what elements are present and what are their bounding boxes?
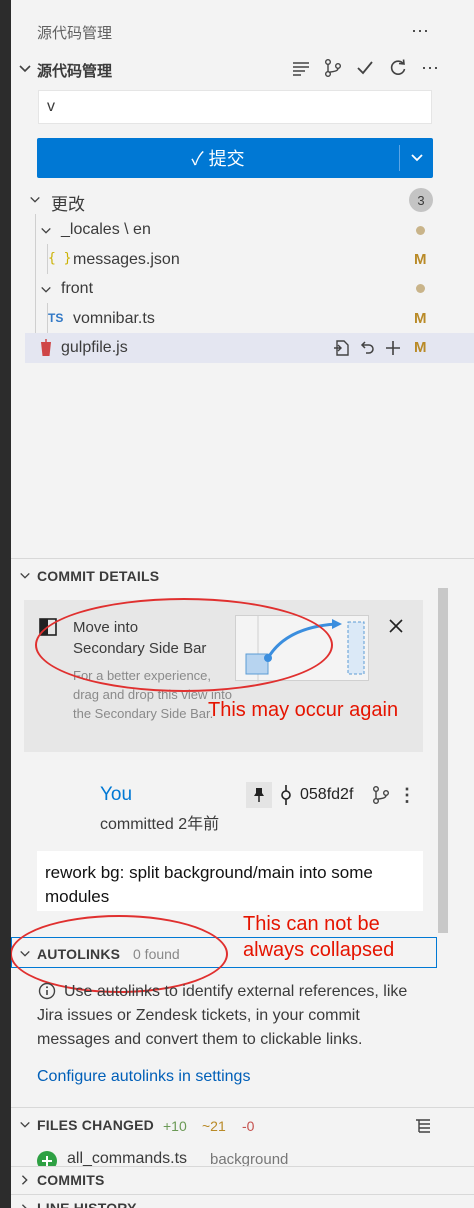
commit-details-title[interactable]: COMMIT DETAILS bbox=[37, 568, 159, 584]
open-file-icon[interactable] bbox=[331, 337, 353, 359]
scm-section-title: 源代码管理 bbox=[37, 63, 113, 80]
tree-file-vomnibar-ts[interactable]: vomnibar.ts bbox=[73, 310, 155, 328]
tree-folder-locales[interactable]: _locales \ en bbox=[61, 221, 151, 239]
tree-file-gulpfile-js[interactable]: gulpfile.js bbox=[61, 339, 128, 357]
folder-chevron-icon[interactable] bbox=[39, 222, 53, 240]
autolinks-info-text: Use autolinks to identify external refer… bbox=[37, 983, 408, 1048]
status-modified: M bbox=[414, 251, 427, 268]
section-divider bbox=[11, 558, 474, 559]
commit-button-group: ✓ 提交 bbox=[37, 138, 433, 178]
line-history-chevron-right-icon[interactable] bbox=[17, 1199, 33, 1208]
commit-author[interactable]: You bbox=[100, 784, 132, 806]
files-additions: +10 bbox=[163, 1118, 187, 1134]
commit-details-chevron-icon[interactable] bbox=[17, 566, 33, 586]
view-as-tree-icon[interactable] bbox=[411, 1114, 435, 1138]
commit-date: committed 2年前 bbox=[100, 816, 220, 833]
status-modified: M bbox=[414, 339, 427, 356]
commit-sha[interactable]: 058fd2f bbox=[300, 786, 353, 804]
folder-chevron-icon[interactable] bbox=[39, 281, 53, 299]
tree-file-messages-json[interactable]: messages.json bbox=[73, 251, 180, 269]
configure-autolinks-link[interactable]: Configure autolinks in settings bbox=[37, 1068, 250, 1086]
annotation-ellipse-hint bbox=[35, 598, 333, 692]
close-hint-icon[interactable] bbox=[384, 614, 408, 638]
view-title: 源代码管理 bbox=[37, 25, 113, 42]
stage-changes-icon[interactable] bbox=[382, 337, 404, 359]
scm-panel: 源代码管理 ⋯ 源代码管理 ⋯ v ✓ 提交 更改 3 _locales \ e… bbox=[11, 0, 474, 1208]
view-as-list-icon[interactable] bbox=[289, 56, 313, 80]
more-actions-icon[interactable]: ⋯ bbox=[407, 20, 433, 42]
scrollbar-thumb[interactable] bbox=[438, 588, 448, 933]
pin-icon[interactable] bbox=[246, 782, 272, 808]
files-changed-chevron-icon[interactable] bbox=[17, 1115, 33, 1135]
section-divider bbox=[11, 1107, 474, 1108]
status-modified: M bbox=[414, 310, 427, 327]
refresh-icon[interactable] bbox=[386, 56, 410, 80]
chevron-down-icon[interactable] bbox=[17, 58, 33, 80]
typescript-file-icon: TS bbox=[48, 311, 64, 325]
json-file-icon: { } bbox=[48, 251, 72, 266]
changes-count-badge: 3 bbox=[409, 188, 433, 212]
line-history-header[interactable]: LINE HISTORY bbox=[11, 1194, 474, 1208]
source-control-graph-icon[interactable] bbox=[321, 56, 345, 80]
scm-more-actions-icon[interactable]: ⋯ bbox=[417, 56, 443, 80]
branch-graph-icon[interactable] bbox=[369, 783, 393, 807]
files-changes: ~21 bbox=[202, 1118, 226, 1134]
discard-changes-icon[interactable] bbox=[356, 337, 378, 359]
folder-modified-dot bbox=[416, 226, 425, 235]
activity-bar-edge bbox=[0, 0, 11, 1208]
tree-folder-front[interactable]: front bbox=[61, 280, 93, 298]
folder-modified-dot bbox=[416, 284, 425, 293]
commit-message-input[interactable]: v bbox=[38, 90, 432, 124]
files-deletions: -0 bbox=[242, 1118, 255, 1134]
files-changed-title[interactable]: FILES CHANGED bbox=[37, 1117, 154, 1133]
commit-button[interactable]: ✓ 提交 bbox=[37, 138, 399, 178]
line-history-title[interactable]: LINE HISTORY bbox=[37, 1200, 137, 1208]
changes-chevron-icon[interactable] bbox=[27, 190, 43, 210]
commit-check-icon[interactable] bbox=[353, 56, 377, 80]
commit-more-icon[interactable]: ⋮ bbox=[398, 783, 416, 807]
commit-message: rework bg: split background/main into so… bbox=[37, 851, 423, 911]
commit-dropdown-chevron-icon[interactable] bbox=[400, 138, 433, 178]
annotation-note-2-line1: This can not be bbox=[243, 913, 380, 935]
commits-title[interactable]: COMMITS bbox=[37, 1172, 105, 1188]
commit-icon bbox=[277, 784, 295, 806]
changes-label[interactable]: 更改 bbox=[51, 190, 85, 215]
gulp-file-icon bbox=[39, 338, 53, 358]
commits-chevron-right-icon[interactable] bbox=[17, 1170, 33, 1190]
annotation-note-1: This may occur again bbox=[208, 699, 399, 721]
